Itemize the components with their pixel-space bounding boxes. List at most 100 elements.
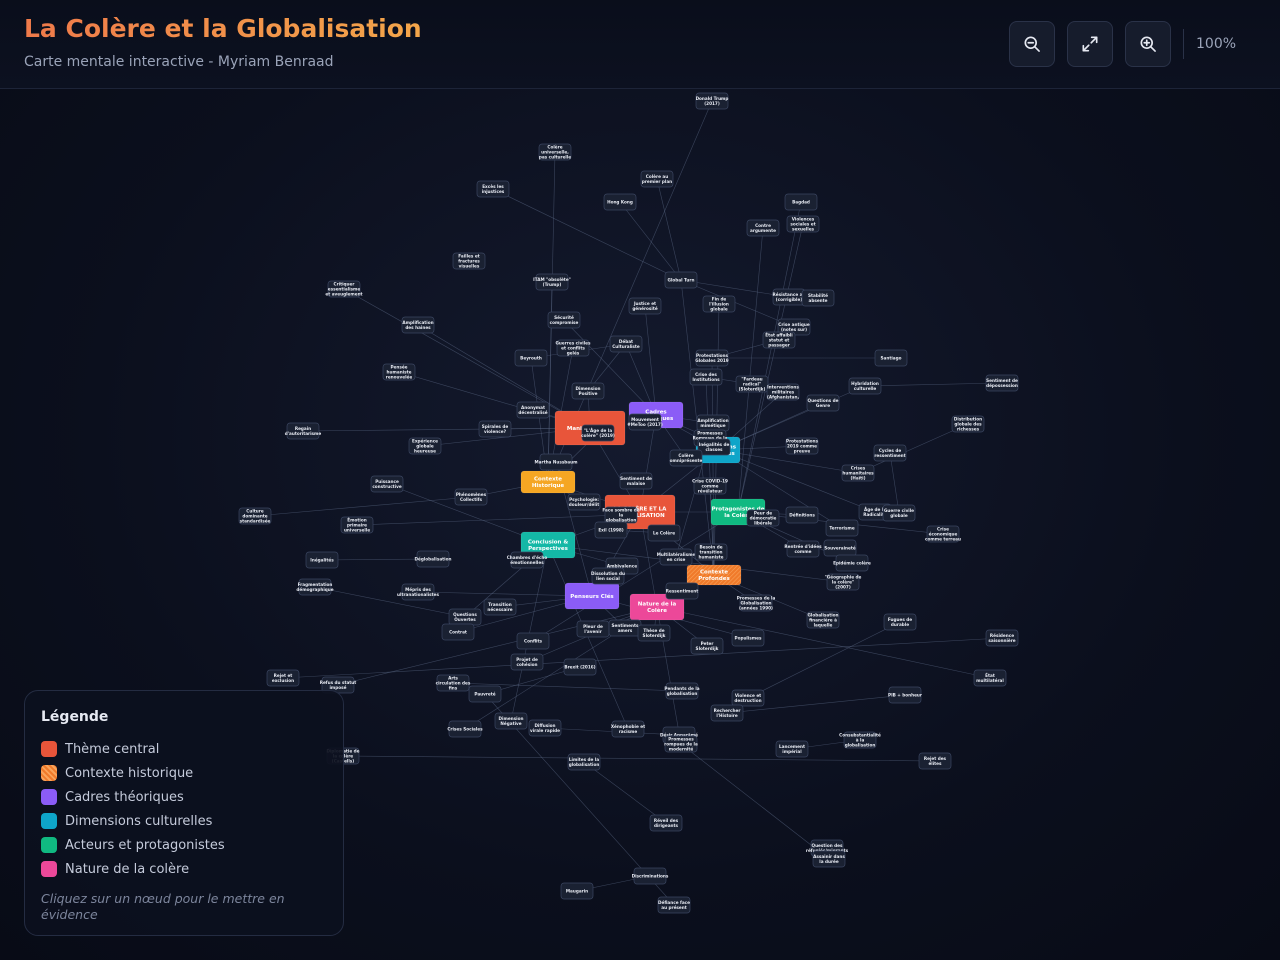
map-node[interactable]: Arts circulation des fins (436, 674, 471, 692)
map-node[interactable]: Populismes (731, 629, 765, 647)
map-node[interactable]: Exil (1998) (594, 521, 628, 539)
map-node[interactable]: Conflits (516, 632, 550, 650)
map-node[interactable]: Pauvreté (468, 685, 502, 703)
map-node[interactable]: Contre argumente (746, 219, 780, 237)
map-node[interactable]: Réveil des dirigeants (649, 814, 683, 832)
map-node[interactable]: Beyrouth (514, 349, 548, 367)
map-node[interactable]: Crises humanitaires (Haïti) (841, 464, 875, 482)
map-node[interactable]: Pendants de la globalisation (664, 682, 700, 700)
map-node[interactable]: Xénophobie et racisme (611, 720, 645, 738)
map-node[interactable]: Rentrée d'idées comme (784, 540, 822, 558)
map-node[interactable]: Définitions (785, 506, 819, 524)
map-node[interactable]: Global Turn (664, 271, 698, 289)
map-node[interactable]: "L'Âge de la colère" (2019) (581, 424, 615, 442)
map-node[interactable]: Chambres d'écho émotionnelles (507, 551, 548, 569)
zoom-out-button[interactable] (1009, 21, 1055, 67)
map-node[interactable]: Dimension Positive (571, 382, 605, 400)
map-node[interactable]: Inégalités de classes (697, 438, 731, 456)
map-node[interactable]: Sentiments amers (608, 619, 642, 637)
map-node[interactable]: "Fardeau radical" (Sloterdijk) (735, 375, 769, 393)
map-node[interactable]: Inégalités (305, 551, 339, 569)
map-node[interactable]: Cycles de ressentiment (873, 444, 907, 462)
map-node[interactable]: Résistance au (corrigible) (773, 288, 806, 306)
map-node[interactable]: Diffusion virale rapide (528, 719, 562, 737)
map-node[interactable]: Souveraineté (823, 539, 857, 557)
map-node[interactable]: Transition nécessaire (483, 598, 517, 616)
map-node[interactable]: Colère omniprésente (670, 449, 703, 467)
map-node[interactable]: Peur de démocratie libérale (746, 509, 780, 527)
map-node[interactable]: État multilatéral (973, 669, 1007, 687)
map-node[interactable]: Contrat (441, 623, 475, 641)
map-node[interactable]: Questions de Genre (806, 394, 840, 412)
zoom-in-button[interactable] (1125, 21, 1171, 67)
map-node[interactable]: Globalisation financière à laquelle (806, 611, 840, 629)
map-node[interactable]: Excès les injustices (476, 180, 510, 198)
map-node-historical[interactable]: Contexte Profondes (686, 564, 742, 586)
map-node[interactable]: Projet de cohésion (510, 653, 544, 671)
map-node[interactable]: Sentiment de dépossession (985, 374, 1019, 392)
map-node[interactable]: Promesses de la Globalisation (années 1990… (737, 594, 776, 612)
map-node[interactable]: Crise des Institutions (689, 368, 723, 386)
map-node[interactable]: Donald Trump (2017) (696, 92, 729, 110)
map-node[interactable]: Émotion primaire universelle (340, 516, 374, 534)
map-node[interactable]: Limites de la globalisation (567, 753, 601, 771)
map-node[interactable]: Fin de l'illusion globale (702, 295, 736, 313)
map-node[interactable]: Stabilité absente (801, 289, 835, 307)
map-node[interactable]: Spirales de violence? (478, 420, 512, 438)
map-node[interactable]: Regain d'autoritarisme (285, 422, 322, 440)
map-node[interactable]: Maugarin (560, 882, 594, 900)
map-node[interactable]: Rejet et exclusion (266, 669, 300, 687)
map-node[interactable]: Mouvement #MeToo (2017) (627, 413, 663, 431)
map-node[interactable]: Hybridation culturelle (848, 377, 882, 395)
map-node[interactable]: Promesses rompues de la modernité (664, 735, 698, 753)
fit-view-button[interactable] (1067, 21, 1113, 67)
map-node[interactable]: Défiance face au présent (657, 896, 691, 914)
map-node[interactable]: Critiquer essentialisme et aveuglement (325, 280, 363, 298)
map-node[interactable]: État affaibli statut et passager (762, 331, 796, 349)
map-node[interactable]: Multilatéralisme en crise (657, 548, 696, 566)
map-node[interactable]: Sécurité compromise (547, 311, 581, 329)
map-node[interactable]: Discriminations (632, 867, 669, 885)
map-node[interactable]: Le Colère (647, 524, 681, 542)
map-node[interactable]: Déglobalisation (415, 550, 452, 568)
map-node[interactable]: Colère universelle, pas culturelle (538, 143, 572, 161)
map-node[interactable]: Violence et destruction (731, 689, 765, 707)
map-node[interactable]: Amplification des haines (401, 316, 435, 334)
map-node[interactable]: Failles et fractures visuelles (452, 252, 486, 270)
map-node[interactable]: Phénomènes Collectifs (454, 488, 488, 506)
map-node[interactable]: Fragmentation démographique (296, 578, 334, 596)
map-node[interactable]: Peter Sloterdijk (690, 637, 724, 655)
map-node[interactable]: Guerres civiles et conflits gelés (555, 339, 591, 357)
map-node[interactable]: Pensée humaniste renouvelée (382, 363, 416, 381)
map-node[interactable]: Mépris des ultranationalistes (397, 583, 439, 601)
map-node[interactable]: Pleur de l'avenir (576, 620, 610, 638)
map-node[interactable]: Crise COVID-19 comme révélateur (692, 477, 728, 495)
map-node[interactable]: Guerre civile globale (882, 504, 916, 522)
map-node[interactable]: Besoin de transition humaniste (694, 543, 728, 561)
map-node[interactable]: Rechercher l'Histoire (710, 704, 744, 722)
map-node[interactable]: Débat Culturaliste (609, 335, 643, 353)
map-node[interactable]: Crise économique comme terreau (925, 525, 961, 543)
map-node[interactable]: Interventions militaires (Afghanistan, (766, 383, 799, 401)
map-node[interactable]: Résidence saisonnière (985, 629, 1019, 647)
map-node[interactable]: Assainir dans la durée (812, 850, 845, 868)
map-node[interactable]: Lancement impérial (775, 740, 809, 758)
map-node[interactable]: Anonymat décentralisé (516, 401, 550, 419)
map-node[interactable]: Crises Sociales (447, 720, 483, 738)
map-node[interactable]: Colère au premier plan (640, 170, 674, 188)
map-node[interactable]: Questions Ouvertes (448, 608, 482, 626)
map-node[interactable]: ITAM "obsolète" (Trump) (533, 273, 571, 291)
map-node[interactable]: Brexit (2016) (563, 658, 597, 676)
map-node[interactable]: PIB + bonheur (888, 686, 923, 704)
map-node[interactable]: Consubstantialité à la globalisation (839, 731, 881, 749)
map-node[interactable]: Fugues de durable (883, 613, 917, 631)
map-node[interactable]: Bagdad (784, 193, 818, 211)
map-node[interactable]: Rejet des élites (918, 752, 952, 770)
map-node[interactable]: Santiago (874, 349, 908, 367)
map-node[interactable]: Dissolution du lien social (591, 567, 625, 585)
map-node[interactable]: Puissance constructive (370, 475, 404, 493)
map-node[interactable]: Protestations 2019 comme preuve (785, 437, 818, 455)
map-node[interactable]: Culture dominante standardisée (238, 507, 272, 525)
map-node[interactable]: Ressentiment (665, 582, 699, 600)
map-node[interactable]: Distribution globale des richesses (951, 415, 985, 433)
